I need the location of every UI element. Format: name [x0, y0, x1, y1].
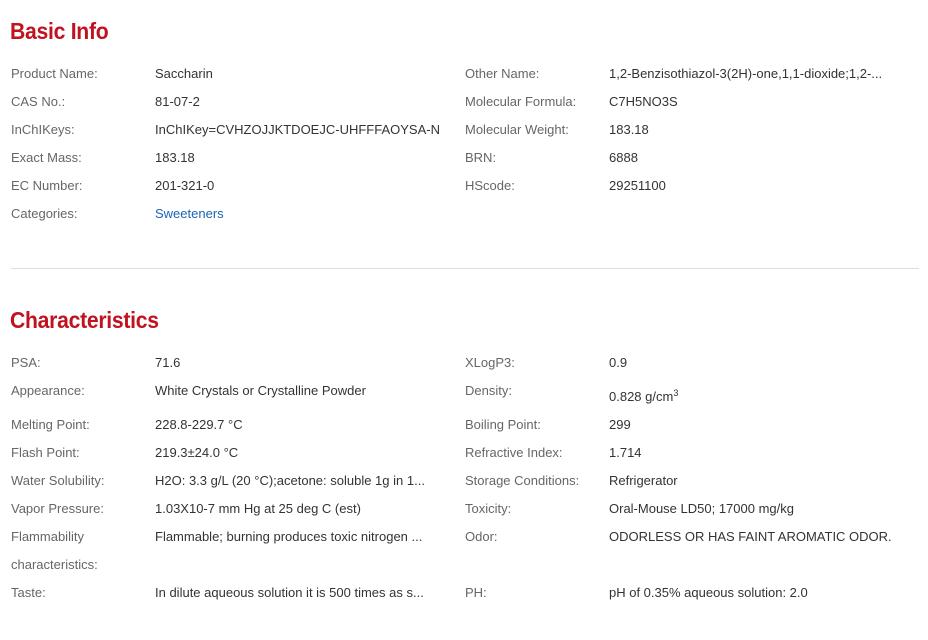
- label-vapor-pressure: Vapor Pressure:: [11, 501, 104, 516]
- value-inchikeys: InChIKey=CVHZOJJKTDOEJC-UHFFFAOYSA-N: [155, 122, 440, 137]
- label-product-name: Product Name:: [11, 66, 98, 81]
- label-flammability: Flammability characteristics:: [11, 529, 98, 572]
- label-ph: PH:: [465, 585, 487, 600]
- label-storage-conditions: Storage Conditions:: [465, 473, 580, 488]
- value-ph: pH of 0.35% aqueous solution: 2.0: [609, 585, 808, 600]
- value-other-name: 1,2-Benzisothiazol-3(2H)-one,1,1-dioxide…: [609, 66, 883, 81]
- label-melting-point: Melting Point:: [11, 417, 90, 432]
- label-cas-no: CAS No.:: [11, 94, 66, 109]
- label-appearance: Appearance:: [11, 383, 85, 398]
- label-molecular-formula: Molecular Formula:: [465, 94, 577, 109]
- value-molecular-weight: 183.18: [609, 122, 649, 137]
- value-water-solubility: H2O: 3.3 g/L (20 °C);acetone: soluble 1g…: [155, 473, 425, 488]
- label-other-name: Other Name:: [465, 66, 540, 81]
- basic-info-title: Basic Info: [10, 18, 109, 44]
- value-psa: 71.6: [155, 355, 181, 370]
- value-hscode: 29251100: [609, 178, 666, 193]
- value-cas-no: 81-07-2: [155, 94, 200, 109]
- label-refractive-index: Refractive Index:: [465, 445, 563, 460]
- label-water-solubility: Water Solubility:: [11, 473, 105, 488]
- characteristics-title: Characteristics: [10, 307, 159, 333]
- label-psa: PSA:: [11, 355, 41, 370]
- category-link-sweeteners[interactable]: Sweeteners: [155, 206, 445, 222]
- label-toxicity: Toxicity:: [465, 501, 512, 516]
- value-appearance: White Crystals or Crystalline Powder: [155, 383, 366, 398]
- value-toxicity: Oral-Mouse LD50; 17000 mg/kg: [609, 501, 794, 516]
- value-product-name: Saccharin: [155, 66, 213, 81]
- value-melting-point: 228.8-229.7 °C: [155, 417, 243, 432]
- label-flash-point: Flash Point:: [11, 445, 80, 460]
- value-exact-mass: 183.18: [155, 150, 195, 165]
- label-taste: Taste:: [11, 585, 46, 600]
- value-flammability: Flammable; burning produces toxic nitrog…: [155, 529, 423, 544]
- label-inchikeys: InChIKeys:: [11, 122, 75, 137]
- label-hscode: HScode:: [465, 178, 515, 193]
- value-storage-conditions: Refrigerator: [609, 473, 678, 488]
- label-odor: Odor:: [465, 529, 498, 544]
- value-refractive-index: 1.714: [609, 445, 642, 460]
- value-flash-point: 219.3±24.0 °C: [155, 445, 239, 460]
- label-categories: Categories:: [11, 206, 78, 221]
- section-divider: [11, 268, 919, 269]
- value-density: 0.828 g/cm3: [609, 389, 909, 405]
- label-boiling-point: Boiling Point:: [465, 417, 541, 432]
- value-boiling-point: 299: [609, 417, 631, 432]
- value-brn: 6888: [609, 150, 638, 165]
- value-density-text: 0.828 g/cm: [609, 389, 674, 404]
- value-vapor-pressure: 1.03X10-7 mm Hg at 25 deg C (est): [155, 501, 361, 516]
- value-taste: In dilute aqueous solution it is 500 tim…: [155, 585, 424, 600]
- page: Basic Info Product Name: Saccharin Other…: [0, 0, 928, 640]
- label-ec-number: EC Number:: [11, 178, 83, 193]
- label-brn: BRN:: [465, 150, 497, 165]
- value-odor: ODORLESS OR HAS FAINT AROMATIC ODOR.: [609, 529, 892, 544]
- value-ec-number: 201-321-0: [155, 178, 215, 193]
- label-xlogp3: XLogP3:: [465, 355, 515, 370]
- label-exact-mass: Exact Mass:: [11, 150, 82, 165]
- value-xlogp3: 0.9: [609, 355, 628, 370]
- value-density-exponent: 3: [673, 389, 679, 398]
- value-molecular-formula: C7H5NO3S: [609, 94, 678, 109]
- label-molecular-weight: Molecular Weight:: [465, 122, 569, 137]
- label-density: Density:: [465, 383, 512, 398]
